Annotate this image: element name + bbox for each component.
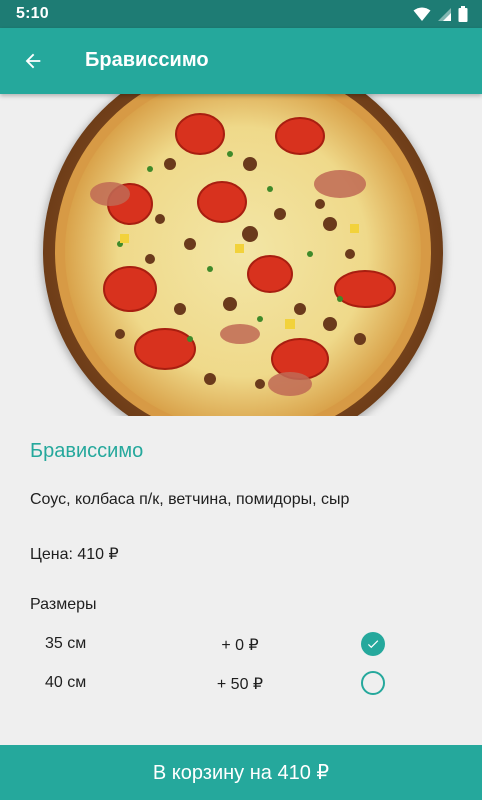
product-price: Цена: 410 ₽ <box>30 546 119 563</box>
product-image-container <box>0 94 482 416</box>
check-icon <box>367 640 379 649</box>
size-extra-price: + 50 ₽ <box>216 676 264 693</box>
size-label: 35 см <box>45 635 87 652</box>
wifi-icon <box>413 7 431 21</box>
size-radio-unchecked[interactable] <box>361 671 385 695</box>
arrow-back-icon <box>25 53 41 69</box>
size-option-35[interactable]: 35 см + 0 ₽ <box>0 624 482 664</box>
add-to-cart-button[interactable]: В корзину на 410 ₽ <box>0 745 482 800</box>
app-bar: Брависсимо <box>0 28 482 94</box>
product-ingredients: Соус, колбаса п/к, ветчина, помидоры, сы… <box>30 491 350 508</box>
size-option-40[interactable]: 40 см + 50 ₽ <box>0 663 482 703</box>
page-title: Брависсимо <box>85 49 209 71</box>
product-name: Брависсимо <box>30 440 144 462</box>
sizes-label: Размеры <box>30 596 97 613</box>
status-bar: 5:10 <box>0 0 482 28</box>
battery-icon <box>458 6 468 22</box>
status-time: 5:10 <box>16 5 49 22</box>
size-label: 40 см <box>45 674 87 691</box>
size-radio-checked[interactable] <box>361 632 385 656</box>
size-extra-price: + 0 ₽ <box>221 637 259 654</box>
status-icons <box>413 6 468 22</box>
pizza-photo <box>41 94 445 416</box>
back-button[interactable] <box>18 46 48 76</box>
signal-icon <box>438 7 451 21</box>
